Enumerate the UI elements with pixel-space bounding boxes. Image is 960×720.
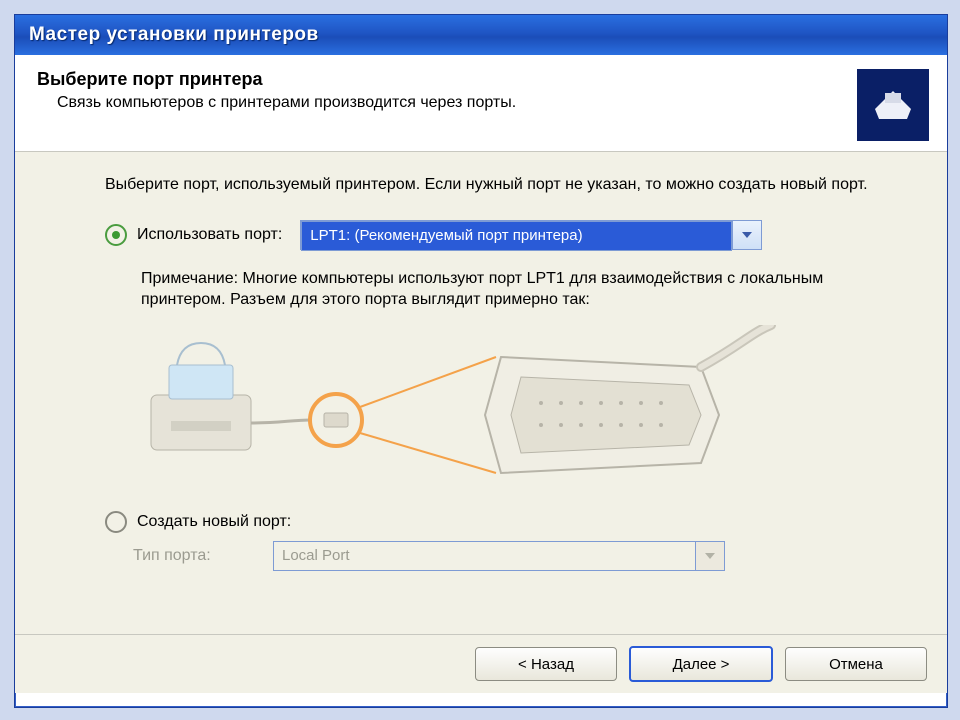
port-type-row: Тип порта: Local Port bbox=[133, 541, 907, 571]
wizard-window: Мастер установки принтеров Выберите порт… bbox=[14, 14, 948, 708]
instruction-text: Выберите порт, используемый принтером. Е… bbox=[105, 174, 907, 196]
printer-icon bbox=[857, 69, 929, 141]
create-port-row: Создать новый порт: bbox=[105, 511, 907, 533]
port-dropdown[interactable]: LPT1: (Рекомендуемый порт принтера) bbox=[300, 220, 762, 250]
use-port-row: Использовать порт: LPT1: (Рекомендуемый … bbox=[105, 220, 907, 250]
page-subtitle: Связь компьютеров с принтерами производи… bbox=[57, 94, 847, 112]
wizard-header: Выберите порт принтера Связь компьютеров… bbox=[15, 55, 947, 152]
note-text: Примечание: Многие компьютеры используют… bbox=[141, 268, 895, 311]
create-new-port-radio[interactable] bbox=[105, 511, 127, 533]
port-type-value: Local Port bbox=[274, 542, 695, 570]
wizard-footer: < Назад Далее > Отмена bbox=[15, 634, 947, 693]
titlebar[interactable]: Мастер установки принтеров bbox=[15, 15, 947, 55]
chevron-down-icon bbox=[695, 542, 724, 570]
use-existing-port-label: Использовать порт: bbox=[137, 226, 282, 244]
back-button[interactable]: < Назад bbox=[475, 647, 617, 681]
port-type-dropdown: Local Port bbox=[273, 541, 725, 571]
chevron-down-icon[interactable] bbox=[732, 221, 761, 249]
create-new-port-label: Создать новый порт: bbox=[137, 513, 291, 531]
port-illustration bbox=[141, 325, 907, 495]
window-title: Мастер установки принтеров bbox=[29, 24, 319, 46]
page-title: Выберите порт принтера bbox=[37, 69, 847, 90]
cancel-button[interactable]: Отмена bbox=[785, 647, 927, 681]
wizard-content: Выберите порт, используемый принтером. Е… bbox=[15, 152, 947, 634]
port-type-label: Тип порта: bbox=[133, 547, 273, 565]
next-button[interactable]: Далее > bbox=[629, 646, 773, 682]
port-dropdown-value: LPT1: (Рекомендуемый порт принтера) bbox=[301, 221, 732, 251]
use-existing-port-radio[interactable] bbox=[105, 224, 127, 246]
